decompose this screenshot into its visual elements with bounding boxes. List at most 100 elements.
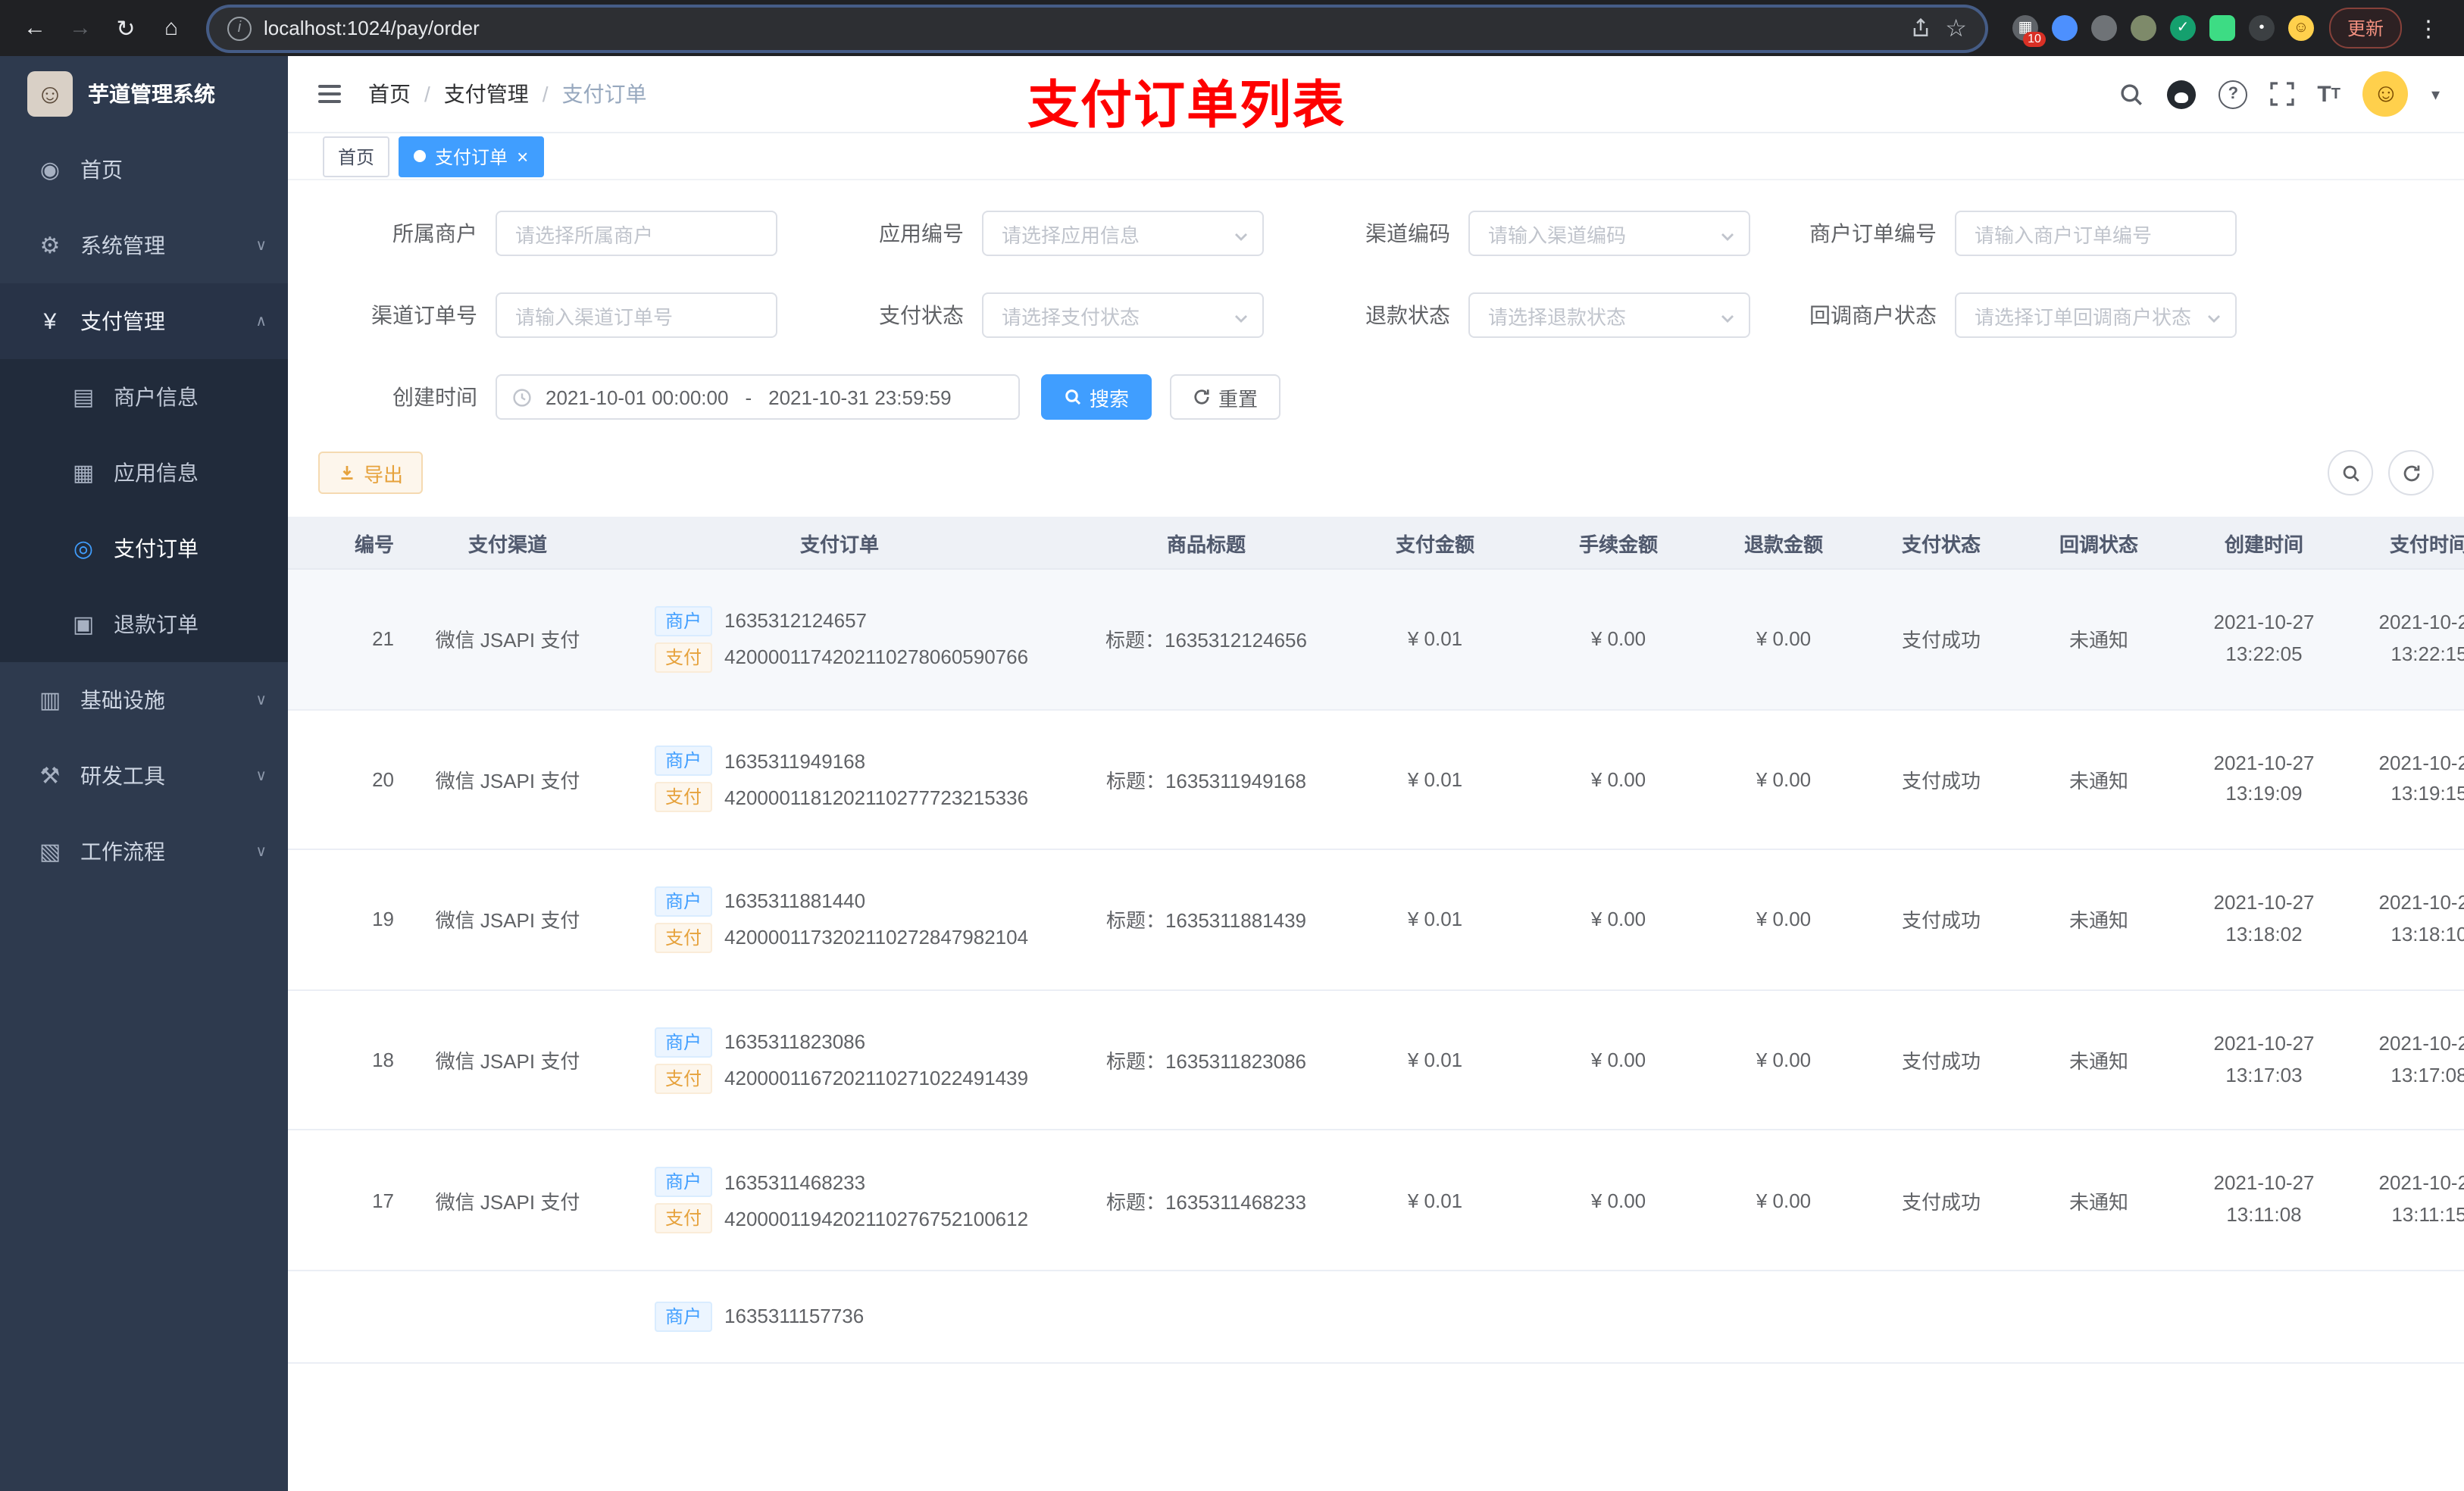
breadcrumb-item[interactable]: 支付管理: [444, 79, 529, 109]
sidebar-item-label: 支付订单: [114, 536, 199, 561]
extension-icon-green-square[interactable]: [2209, 15, 2235, 41]
filter-merchant-input[interactable]: 请选择所属商户: [496, 211, 777, 256]
refresh-icon: [2403, 464, 2419, 481]
filter-channel-order-no-input[interactable]: 请输入渠道订单号: [496, 292, 777, 338]
dev-tools-icon: ⚒: [39, 764, 61, 789]
navbar-actions: ? TT ☺ ▾: [2118, 71, 2440, 117]
sidebar-item-system[interactable]: ⚙ 系统管理 ∨: [0, 208, 288, 283]
sidebar-item-label: 应用信息: [114, 461, 199, 485]
chevron-down-icon: [1718, 308, 1737, 335]
sidebar-item-payment[interactable]: ¥ 支付管理 ∧: [0, 283, 288, 359]
column-header-ptime: 支付时间: [2349, 517, 2464, 570]
screen: ← → ↻ ⌂ i localhost:1024/pay/order ☆ ▦ 10…: [0, 0, 2464, 1491]
filter-merchant-order-no-input[interactable]: 请输入商户订单编号: [1955, 211, 2237, 256]
pay-order-no: 4200001173202110272847982104: [724, 926, 1029, 949]
cell-create-time: 2021-10-27 13:17:03: [2179, 989, 2349, 1131]
github-icon[interactable]: [2167, 80, 2197, 108]
filter-notify-status-select[interactable]: 请选择订单回调商户状态: [1955, 292, 2237, 338]
cell-product-title: 标题：1635311949168: [1076, 709, 1337, 851]
sidebar-menu: ◉ 首页 ⚙ 系统管理 ∨ ¥ 支付管理 ∧ ▤ 商户信息 ▦ 应用信息 ◎ 支付订单 ▣ 退款订单 ▥ 基础设施…: [0, 132, 288, 889]
table-row: 19 微信 JSAPI 支付 商户 1635311881440 支付 4200001173…: [288, 849, 2464, 991]
sidebar-item-devtools[interactable]: ⚒ 研发工具 ∨: [0, 738, 288, 814]
cell-pay-time: 2021-10-2713:19:15: [2349, 709, 2464, 851]
chevron-down-icon: [1718, 226, 1737, 253]
share-icon[interactable]: [1910, 18, 1930, 38]
sidebar-item-workflow[interactable]: ▧ 工作流程 ∨: [0, 814, 288, 889]
extension-icon-drop[interactable]: [2051, 15, 2078, 41]
chevron-down-icon[interactable]: ▾: [2431, 84, 2440, 104]
pay-order-no: 4200001181202110277723215336: [724, 786, 1029, 809]
sidebar-item-pay-order[interactable]: ◎ 支付订单: [0, 511, 288, 586]
create-time-range-input[interactable]: 2021-10-01 00:00:00 - 2021-10-31 23:59:5…: [496, 374, 1020, 420]
help-icon[interactable]: ?: [2219, 80, 2248, 108]
annotation-title: 支付订单列表: [1027, 77, 1346, 135]
search-button[interactable]: 搜索: [1041, 374, 1152, 420]
sidebar-item-app-info[interactable]: ▦ 应用信息: [0, 435, 288, 511]
export-button[interactable]: 导出: [318, 452, 424, 494]
app-grid-icon: ▦: [72, 461, 95, 486]
tab-首页[interactable]: 首页: [323, 136, 390, 177]
sidebar-item-home[interactable]: ◉ 首页: [0, 132, 288, 208]
table-row: 20 微信 JSAPI 支付 商户 1635311949168 支付 4200001181…: [288, 709, 2464, 851]
page-info-icon[interactable]: i: [227, 16, 252, 40]
placeholder-text: 请选择应用信息: [1002, 223, 1140, 246]
cell-pay-time: 2021-10-2713:22:15: [2349, 569, 2464, 711]
browser-forward-icon[interactable]: →: [61, 8, 100, 48]
extension-pin-icon[interactable]: •: [2248, 15, 2275, 41]
filter-app-select[interactable]: 请选择应用信息: [982, 211, 1264, 256]
reset-button[interactable]: 重置: [1170, 374, 1281, 420]
user-avatar[interactable]: ☺: [2362, 71, 2409, 117]
refresh-table-button[interactable]: [2388, 450, 2434, 495]
filter-row-1: 所属商户 请选择所属商户 应用编号 请选择应用信息 渠道编码 请输入渠道编码 商户订单编号 请…: [318, 211, 2434, 256]
cell-fee-amount: ¥ 0.00: [1534, 849, 1703, 991]
table-row: 18 微信 JSAPI 支付 商户 1635311823086 支付 4200001167…: [288, 989, 2464, 1131]
browser-home-icon[interactable]: ⌂: [152, 8, 191, 48]
search-icon[interactable]: [2118, 81, 2144, 107]
placeholder-text: 请输入渠道订单号: [515, 305, 674, 328]
browser-back-icon[interactable]: ←: [15, 8, 55, 48]
address-bar[interactable]: i localhost:1024/pay/order ☆: [209, 7, 1985, 49]
tab-支付订单[interactable]: 支付订单 ×: [399, 136, 544, 177]
cell-fee-amount: ¥ 0.00: [1534, 1130, 1703, 1271]
browser-menu-icon[interactable]: ⋮: [2408, 14, 2449, 42]
browser-refresh-icon[interactable]: ↻: [106, 8, 145, 48]
cell-product-title: 标题：1635311881439: [1076, 849, 1337, 991]
filter-pay-status-select[interactable]: 请选择支付状态: [982, 292, 1264, 338]
workflow-icon: ▧: [39, 839, 61, 865]
filter-refund-status-select[interactable]: 请选择退款状态: [1468, 292, 1750, 338]
extension-icon-emoji[interactable]: ☺: [2287, 15, 2314, 41]
cell-pay-time: 2021-10-2713:18:10: [2349, 849, 2464, 991]
cell-refund-amount: ¥ 0.00: [1703, 569, 1864, 711]
cell-create-time: 2021-10-27 13:22:05: [2179, 569, 2349, 711]
cell-refund-amount: [1703, 1270, 1864, 1364]
filter-row-2: 渠道订单号 请输入渠道订单号 支付状态 请选择支付状态 退款状态 请选择退款状态 回调商户状…: [318, 292, 2434, 338]
browser-update-button[interactable]: 更新: [2328, 8, 2402, 48]
cell-refund-amount: ¥ 0.00: [1703, 1130, 1864, 1271]
table-row: 21 微信 JSAPI 支付 商户 1635312124657 支付 4200001174…: [288, 569, 2464, 711]
cell-create-time: 2021-10-27 13:19:09: [2179, 709, 2349, 851]
extensions-puzzle-icon[interactable]: ▦ 10: [2012, 15, 2046, 47]
sidebar-item-merchant-info[interactable]: ▤ 商户信息: [0, 359, 288, 435]
refresh-icon: [1194, 389, 1209, 405]
placeholder-text: 请输入渠道编码: [1488, 223, 1627, 246]
table-header-row: 编号 支付渠道 支付订单 商品标题 支付金额 手续金额 退款金额 支付状态 回调状态 创建时间 支付…: [288, 517, 2464, 570]
filter-channel-code-select[interactable]: 请输入渠道编码: [1468, 211, 1750, 256]
tab-active-dot: [414, 150, 427, 162]
cell-pay-channel: 微信 JSAPI 支付: [412, 709, 603, 851]
create-time-end: 2021-10-31 23:59:59: [768, 386, 952, 408]
toggle-search-button[interactable]: [2328, 450, 2373, 495]
pay-tag: 支付: [655, 642, 713, 673]
column-header-id: 编号: [288, 517, 412, 570]
fullscreen-icon[interactable]: [2270, 82, 2294, 106]
extension-icon-gray-2[interactable]: [2130, 15, 2156, 41]
cell-pay-status: [1864, 1270, 2018, 1364]
extension-icon-check[interactable]: ✓: [2169, 15, 2196, 41]
bookmark-star-icon[interactable]: ☆: [1945, 13, 1967, 43]
sidebar-item-infra[interactable]: ▥ 基础设施 ∨: [0, 662, 288, 738]
tab-close-icon[interactable]: ×: [517, 146, 528, 166]
extension-icon-gray-1[interactable]: [2090, 15, 2117, 41]
sidebar-item-refund-order[interactable]: ▣ 退款订单: [0, 586, 288, 662]
sidebar-toggle-icon[interactable]: [312, 79, 347, 109]
font-size-icon[interactable]: TT: [2317, 81, 2340, 107]
breadcrumb-item[interactable]: 首页: [368, 79, 411, 109]
